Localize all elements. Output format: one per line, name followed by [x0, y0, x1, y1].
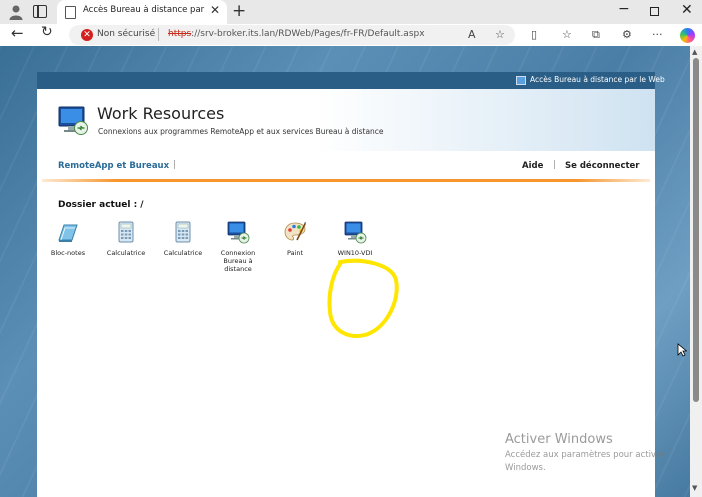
window-maximize-icon[interactable]	[650, 7, 659, 16]
app-label: Calculatrice	[163, 249, 203, 257]
new-tab-icon[interactable]: +	[232, 1, 246, 21]
app-item-paint[interactable]: Paint	[267, 220, 323, 257]
scroll-down-icon[interactable]: ▼	[692, 484, 697, 492]
panel-topbar: Accès Bureau à distance par le Web	[37, 72, 665, 89]
more-icon[interactable]: ···	[652, 28, 663, 42]
page-header: Work Resources Connexions aux programmes…	[37, 89, 655, 151]
tab-title: Accès Bureau à distance par le W	[83, 5, 207, 15]
back-icon[interactable]: ←	[11, 24, 24, 42]
calculator-icon	[175, 221, 191, 243]
nav-divider: |	[553, 160, 557, 170]
app-item-calculator[interactable]: Calculatrice	[98, 220, 154, 257]
current-folder-label: Dossier actuel : /	[58, 200, 144, 210]
app-item-win10-vdi[interactable]: WIN10-VDI	[327, 220, 383, 257]
scrollbar-thumb[interactable]	[693, 58, 699, 402]
rdweb-logo-icon	[58, 106, 88, 135]
browser-tab-active[interactable]: Accès Bureau à distance par le W ✕	[57, 0, 227, 24]
address-divider	[158, 28, 159, 41]
panel-topbar-label: Accès Bureau à distance par le Web	[530, 75, 665, 84]
favorite-star-icon[interactable]: ☆	[495, 28, 505, 42]
scroll-up-icon[interactable]: ▲	[692, 48, 697, 56]
app-item-remote-desktop[interactable]: Connexion Bureau à distance	[211, 220, 265, 273]
app-label: Bloc-notes	[50, 249, 86, 257]
url-protocol: https	[168, 29, 192, 39]
collections-icon[interactable]: ⧉	[592, 28, 600, 42]
notepad-icon	[58, 224, 78, 242]
paint-icon	[284, 222, 306, 241]
app-list: Bloc-notes Calculatrice Calculatrice Con…	[37, 220, 655, 300]
security-label[interactable]: Non sécurisé	[97, 29, 155, 39]
remote-desktop-icon	[344, 221, 367, 244]
reload-icon[interactable]: ↻	[41, 24, 53, 40]
window-close-icon[interactable]: ✕	[681, 2, 693, 18]
browser-tab-strip: Accès Bureau à distance par le W ✕ + − ✕	[0, 0, 702, 24]
mouse-cursor-icon	[677, 343, 687, 357]
rdweb-small-icon	[516, 76, 526, 85]
address-bar[interactable]: ✕ Non sécurisé https://srv-broker.its.la…	[69, 25, 515, 45]
logout-link[interactable]: Se déconnecter	[565, 161, 640, 171]
nav-divider: |	[173, 160, 177, 170]
app-label: Paint	[286, 249, 304, 257]
page-favicon-icon	[65, 6, 76, 19]
nav-remoteapp-link[interactable]: RemoteApp et Bureaux	[58, 161, 169, 171]
page-viewport: Accès Bureau à distance par le Web Work …	[0, 46, 702, 497]
tab-close-icon[interactable]: ✕	[210, 3, 220, 17]
activation-watermark-title: Activer Windows	[505, 432, 613, 447]
app-item-notepad[interactable]: Bloc-notes	[40, 220, 96, 257]
app-label: Connexion Bureau à distance	[220, 249, 256, 273]
app-item-calculator[interactable]: Calculatrice	[155, 220, 211, 257]
extensions-icon[interactable]: ⚙	[622, 28, 632, 42]
page-nav: RemoteApp et Bureaux | Aide | Se déconne…	[37, 151, 655, 179]
url-text[interactable]: https://srv-broker.its.lan/RDWeb/Pages/f…	[168, 29, 425, 39]
split-screen-icon[interactable]: ▯	[531, 28, 537, 42]
page-scrollbar[interactable]: ▲ ▼	[690, 46, 702, 497]
tab-actions-icon[interactable]	[33, 5, 47, 18]
calculator-icon	[118, 221, 134, 243]
browser-toolbar: ← ↻ ✕ Non sécurisé https://srv-broker.it…	[0, 24, 702, 46]
page-subtitle: Connexions aux programmes RemoteApp et a…	[98, 127, 384, 136]
page-title: Work Resources	[97, 104, 225, 123]
app-label: Calculatrice	[106, 249, 146, 257]
copilot-icon[interactable]	[680, 28, 695, 43]
header-orange-separator	[42, 179, 650, 182]
favorites-icon[interactable]: ☆	[562, 28, 572, 42]
activation-watermark-subtitle: Accédez aux paramètres pour activer Wind…	[505, 450, 665, 473]
remote-desktop-icon	[227, 221, 250, 244]
profile-icon[interactable]	[8, 4, 24, 20]
window-minimize-icon[interactable]: −	[618, 1, 630, 17]
app-label: WIN10-VDI	[337, 249, 373, 257]
help-link[interactable]: Aide	[522, 161, 543, 171]
insecure-warning-icon[interactable]: ✕	[81, 29, 93, 41]
url-path: ://srv-broker.its.lan/RDWeb/Pages/fr-FR/…	[191, 29, 425, 39]
read-aloud-icon[interactable]: A	[468, 28, 476, 42]
